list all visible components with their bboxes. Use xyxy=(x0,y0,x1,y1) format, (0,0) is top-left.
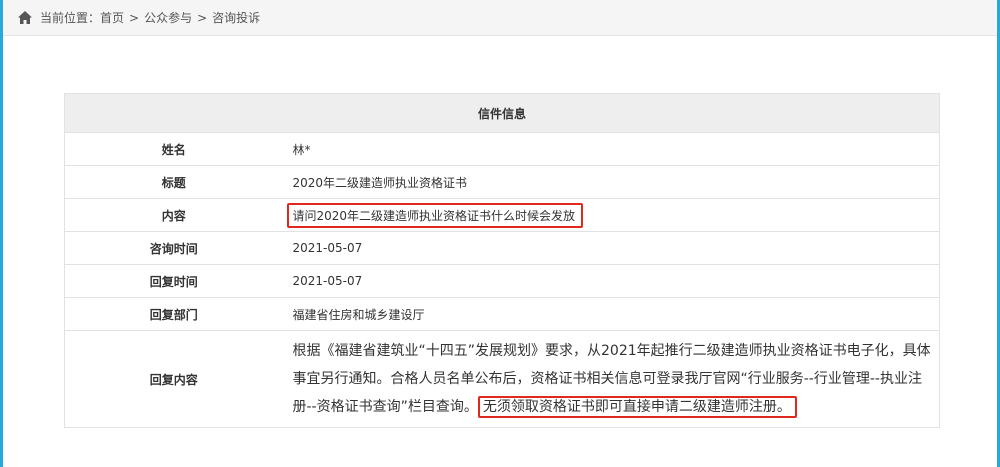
table-row: 回复时间 2021-05-07 xyxy=(64,264,940,298)
table-title: 信件信息 xyxy=(64,93,940,133)
consult-time-label: 咨询时间 xyxy=(64,231,283,265)
reply-content-cell: 根据《福建省建筑业“十四五”发展规划》要求，从2021年起推行二级建造师执业资格… xyxy=(282,330,940,428)
reply-department-label: 回复部门 xyxy=(64,297,283,331)
breadcrumb-separator: > xyxy=(197,10,208,25)
content-label: 内容 xyxy=(64,198,283,232)
breadcrumb-prefix: 当前位置： xyxy=(40,11,101,25)
table-row: 内容 请问2020年二级建造师执业资格证书什么时候会发放 xyxy=(64,198,940,232)
window-frame-left xyxy=(0,0,3,467)
name-label: 姓名 xyxy=(64,132,283,166)
table-row: 回复内容 根据《福建省建筑业“十四五”发展规划》要求，从2021年起推行二级建造… xyxy=(64,330,940,428)
breadcrumb-home-link[interactable]: 首页 xyxy=(100,9,124,26)
content-cell: 请问2020年二级建造师执业资格证书什么时候会发放 xyxy=(282,198,940,232)
home-icon xyxy=(18,11,32,24)
letter-info-table: 信件信息 姓名 林* 标题 2020年二级建造师执业资格证书 内容 请问2020… xyxy=(64,93,940,428)
table-row: 标题 2020年二级建造师执业资格证书 xyxy=(64,165,940,199)
reply-content-label: 回复内容 xyxy=(64,330,283,428)
content-value-highlight: 请问2020年二级建造师执业资格证书什么时候会发放 xyxy=(286,202,584,228)
reply-content-highlight: 无须领取资格证书即可直接申请二级建造师注册。 xyxy=(477,396,797,418)
table-row: 回复部门 福建省住房和城乡建设厅 xyxy=(64,297,940,331)
subject-label: 标题 xyxy=(64,165,283,199)
reply-time-label: 回复时间 xyxy=(64,264,283,298)
letter-info-panel: 信件信息 姓名 林* 标题 2020年二级建造师执业资格证书 内容 请问2020… xyxy=(64,93,940,428)
name-value: 林* xyxy=(282,132,940,166)
breadcrumb: 当前位置： 首页 > 公众参与 > 咨询投诉 xyxy=(3,0,997,36)
consult-time-value: 2021-05-07 xyxy=(282,231,940,265)
table-row: 姓名 林* xyxy=(64,132,940,166)
breadcrumb-public-participation-link[interactable]: 公众参与 xyxy=(144,9,192,26)
table-row: 咨询时间 2021-05-07 xyxy=(64,231,940,265)
reply-department-value: 福建省住房和城乡建设厅 xyxy=(282,297,940,331)
subject-value: 2020年二级建造师执业资格证书 xyxy=(282,165,940,199)
breadcrumb-consultation-link[interactable]: 咨询投诉 xyxy=(212,9,260,26)
breadcrumb-separator: > xyxy=(129,10,140,25)
reply-time-value: 2021-05-07 xyxy=(282,264,940,298)
